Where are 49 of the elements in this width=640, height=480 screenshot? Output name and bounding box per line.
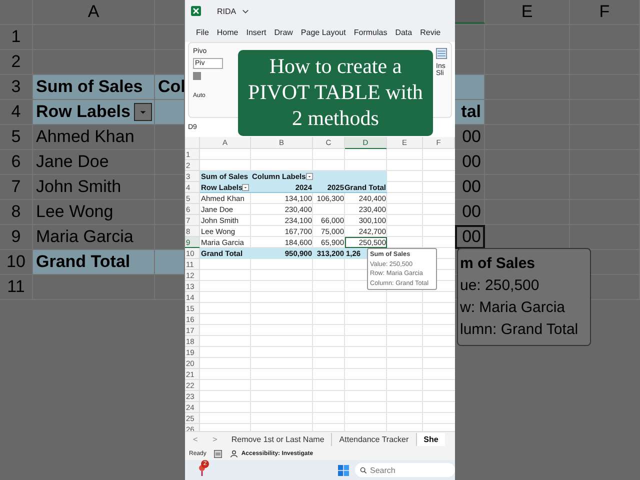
table-cell: Maria Garcia (36, 227, 134, 247)
row-number: 1 (0, 25, 33, 49)
ribbon-tab[interactable]: Data (395, 28, 412, 36)
table-cell: 00 (462, 127, 481, 147)
sheet-tab[interactable]: She (416, 433, 446, 446)
chevron-down-icon[interactable] (242, 8, 250, 14)
row-number: 2 (0, 50, 33, 74)
person-icon[interactable] (230, 450, 238, 458)
dropdown-button[interactable] (242, 184, 249, 191)
windows-logo-icon[interactable] (338, 464, 349, 476)
table-cell: 00 (462, 152, 481, 172)
column-header: F (570, 0, 640, 24)
column-header: A (33, 0, 155, 24)
video-caption: How to create a PIVOT TABLE with 2 methods (238, 50, 433, 136)
slicer-icon (436, 48, 447, 59)
row-number: 5 (0, 125, 33, 149)
row-number: 7 (0, 175, 33, 199)
dropdown-button[interactable] (134, 103, 152, 121)
ribbon-tab[interactable]: Draw (274, 28, 293, 36)
ribbon-tab[interactable]: Formulas (354, 28, 388, 36)
sheet-view-icon[interactable] (214, 450, 222, 458)
dropdown-button[interactable] (306, 173, 313, 180)
table-cell: Grand Total (33, 250, 155, 274)
app-logo-icon (191, 6, 201, 16)
table-cell: tal (455, 100, 485, 124)
ribbon-tab[interactable]: Page Layout (300, 28, 346, 36)
table-cell: Jane Doe (36, 152, 109, 172)
ribbon-tab[interactable]: Insert (246, 28, 266, 36)
cell-tooltip: m of Sales ue: 250,500 w: Maria Garcia lumn: Grand Total (457, 248, 591, 346)
ribbon-tab[interactable]: File (196, 28, 209, 36)
column-header: E (485, 0, 570, 24)
ribbon-tab[interactable]: Home (216, 28, 238, 36)
search-field[interactable]: Search (355, 463, 455, 477)
table-cell: 00 (462, 227, 481, 247)
table-cell: Lee Wong (36, 202, 114, 222)
table-cell: 00 (462, 177, 481, 197)
table-cell: 00 (462, 202, 481, 222)
table-cell: Ahmed Khan (36, 127, 134, 147)
table-cell: Sum of Sales (33, 75, 155, 99)
ribbon-tab[interactable]: Revie (420, 28, 441, 36)
row-number: 6 (0, 150, 33, 174)
search-icon (360, 467, 367, 474)
row-number: 8 (0, 200, 33, 224)
row-number: 11 (0, 275, 33, 299)
table-cell: John Smith (36, 177, 122, 197)
table-cell: Col (155, 75, 185, 99)
workbook-title[interactable]: RIDA (217, 6, 236, 16)
row-number: 9 (0, 225, 33, 249)
sheet-tab[interactable]: Remove 1st or Last Name (224, 433, 332, 446)
